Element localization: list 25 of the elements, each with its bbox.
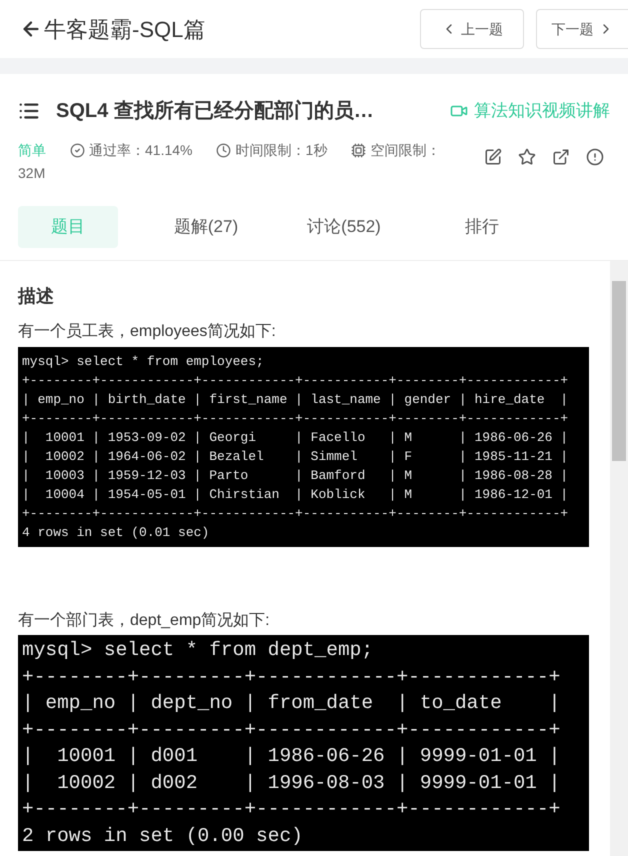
pass-rate: 通过率：41.14% <box>89 141 192 160</box>
space-limit-value: 32M <box>18 164 46 183</box>
scrollbar[interactable] <box>610 261 628 856</box>
paragraph: 有一个员工表，employees简况如下: <box>18 322 276 342</box>
previous-button[interactable]: 上一题 <box>420 9 524 49</box>
tab[interactable]: 题解(27) <box>156 206 256 248</box>
tab[interactable]: 讨论(552) <box>294 206 394 248</box>
tab[interactable]: 排行 <box>432 206 532 248</box>
star-icon[interactable] <box>518 148 536 166</box>
share-icon[interactable] <box>552 148 570 166</box>
paragraph: 有一个部门表，dept_emp简况如下: <box>18 610 270 631</box>
edit-icon[interactable] <box>484 148 502 166</box>
next-button[interactable]: 下一题 <box>536 9 628 49</box>
clock-icon <box>216 143 232 158</box>
chip-icon <box>351 143 366 158</box>
terminal-output: mysql> select * from dept_emp; +--------+---------+------------+------------+ | emp_no | dept_no | from_date | to_date | +--------+---------+------------+------------+ | 10001 | d001 | 1986-06-26 | 9999-01-01 | | 10002 | d002 | 1996-08-03 | 9999-01-01 | +--------+---------+------------+------------+ 2 rows in set (0.00 sec) <box>18 635 589 851</box>
space-limit-label: 空间限制： <box>370 141 440 160</box>
terminal-output: mysql> select * from employees; +--------+------------+------------+-----------+--------+------------+ | emp_no | birth_date | first_name | last_name | gender | hire_date | +--------+------------+------------+-----------+--------+------------+ | 10001 | 1953-09-02 | Georgi | Facello | M | 1986-06-26 | | 10002 | 1964-06-02 | Bezalel | Simmel | F | 1985-11-21 | | 10003 | 1959-12-03 | Parto | Bamford | M | 1986-08-28 | | 10004 | 1954-05-01 | Chirstian | Koblick | M | 1986-12-01 | +--------+------------+------------+-----------+--------+------------+ 4 rows in set (0.01 sec) <box>18 347 589 547</box>
check-circle-icon <box>70 143 85 158</box>
time-limit: 时间限制：1秒 <box>235 141 328 160</box>
problem-title: SQL4 查找所有已经分配部门的员… <box>56 98 374 124</box>
difficulty-label: 简单 <box>18 141 46 160</box>
page-title: 牛客题霸-SQL篇 <box>44 16 206 44</box>
report-icon[interactable] <box>586 148 604 166</box>
section-heading: 描述 <box>18 285 54 308</box>
